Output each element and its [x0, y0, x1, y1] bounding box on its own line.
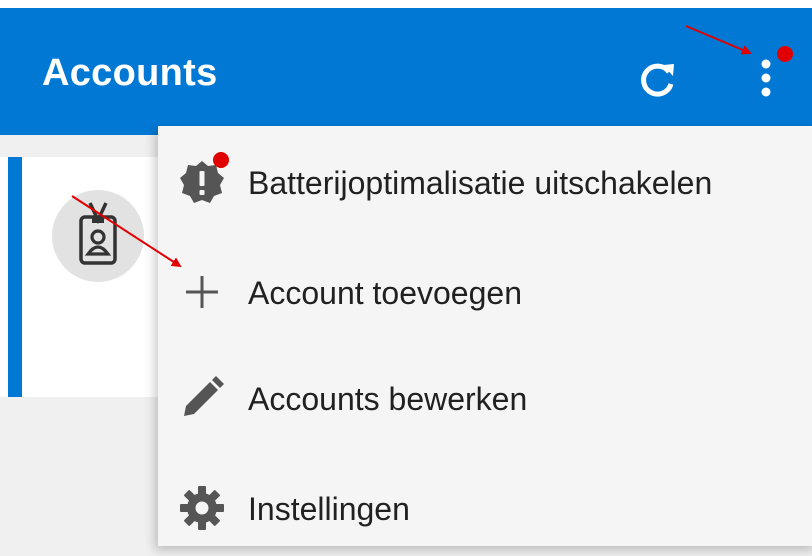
gear-icon — [178, 484, 226, 532]
card-accent-bar — [8, 157, 22, 397]
pencil-icon — [178, 374, 226, 422]
plus-icon — [178, 268, 226, 316]
refresh-button[interactable] — [636, 58, 680, 102]
refresh-icon — [641, 63, 674, 97]
badge-icon — [79, 202, 117, 265]
account-avatar — [52, 190, 144, 282]
page-title: Accounts — [42, 52, 218, 94]
menu-item-battery-optimization[interactable]: Batterijoptimalisatie uitschakelen — [158, 130, 812, 230]
more-options-button[interactable] — [752, 56, 782, 104]
menu-item-label: Account toevoegen — [248, 275, 522, 311]
status-strip — [0, 0, 812, 8]
menu-item-label: Instellingen — [248, 491, 410, 527]
annotation-dot — [213, 152, 229, 168]
menu-item-add-account[interactable]: Account toevoegen — [158, 240, 812, 340]
menu-item-settings[interactable]: Instellingen — [158, 456, 812, 556]
more-vertical-icon — [761, 59, 771, 97]
menu-item-label: Batterijoptimalisatie uitschakelen — [248, 165, 713, 201]
overflow-menu: Batterijoptimalisatie uitschakelen Accou… — [158, 126, 812, 546]
menu-item-edit-accounts[interactable]: Accounts bewerken — [158, 346, 812, 446]
app-bar: Accounts — [0, 8, 812, 135]
menu-item-label: Accounts bewerken — [248, 381, 528, 417]
annotation-dot — [777, 46, 793, 62]
